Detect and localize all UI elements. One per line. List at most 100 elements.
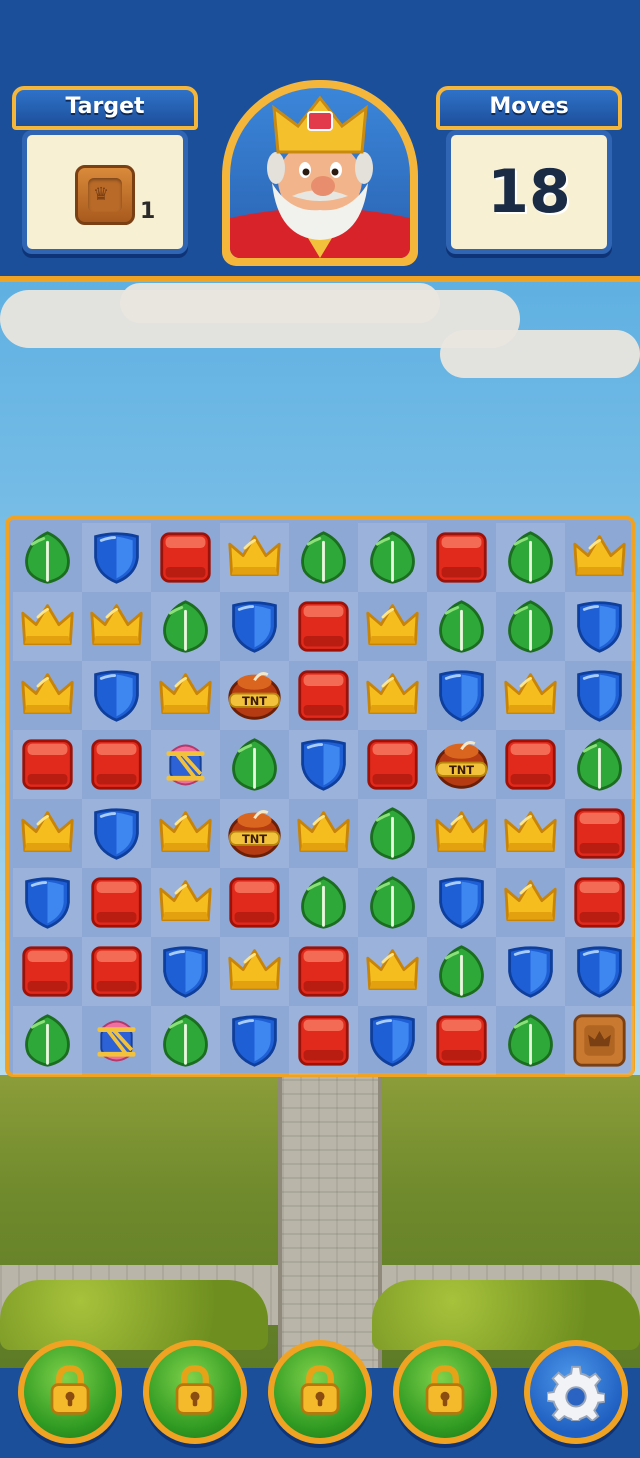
crown-piece-icon[interactable] bbox=[364, 667, 421, 724]
board-cell[interactable] bbox=[13, 730, 82, 799]
board-cell[interactable] bbox=[82, 868, 151, 937]
board-cell[interactable] bbox=[220, 523, 289, 592]
cube-piece-icon[interactable] bbox=[88, 874, 145, 931]
leaf-piece-icon[interactable] bbox=[295, 874, 352, 931]
shield-piece-icon[interactable] bbox=[433, 874, 490, 931]
board-cell[interactable] bbox=[82, 661, 151, 730]
board-cell[interactable] bbox=[13, 523, 82, 592]
board-cell[interactable] bbox=[565, 730, 634, 799]
crown-piece-icon[interactable] bbox=[157, 667, 214, 724]
leaf-piece-icon[interactable] bbox=[19, 1012, 76, 1069]
board-cell[interactable]: TNT bbox=[220, 661, 289, 730]
board-cell[interactable] bbox=[289, 661, 358, 730]
leaf-piece-icon[interactable] bbox=[502, 529, 559, 586]
board-cell[interactable] bbox=[358, 868, 427, 937]
shield-piece-icon[interactable] bbox=[295, 736, 352, 793]
board-cell[interactable] bbox=[358, 730, 427, 799]
board-cell[interactable] bbox=[82, 799, 151, 868]
board-cell[interactable] bbox=[565, 661, 634, 730]
board-cell[interactable] bbox=[13, 799, 82, 868]
cube-piece-icon[interactable] bbox=[571, 874, 628, 931]
board-cell[interactable] bbox=[496, 868, 565, 937]
cube-piece-icon[interactable] bbox=[295, 1012, 352, 1069]
shield-piece-icon[interactable] bbox=[433, 667, 490, 724]
cube-piece-icon[interactable] bbox=[502, 736, 559, 793]
crown-piece-icon[interactable] bbox=[502, 667, 559, 724]
crown-piece-icon[interactable] bbox=[364, 598, 421, 655]
board-cell[interactable] bbox=[220, 730, 289, 799]
leaf-piece-icon[interactable] bbox=[226, 736, 283, 793]
board-cell[interactable] bbox=[151, 799, 220, 868]
leaf-piece-icon[interactable] bbox=[157, 1012, 214, 1069]
crown-piece-icon[interactable] bbox=[502, 874, 559, 931]
tnt-piece-icon[interactable]: TNT bbox=[226, 805, 283, 862]
board-cell[interactable] bbox=[427, 937, 496, 1006]
board-cell[interactable] bbox=[82, 523, 151, 592]
board-cell[interactable] bbox=[427, 661, 496, 730]
leaf-piece-icon[interactable] bbox=[502, 598, 559, 655]
crown-piece-icon[interactable] bbox=[226, 529, 283, 586]
crown-piece-icon[interactable] bbox=[88, 598, 145, 655]
cube-piece-icon[interactable] bbox=[433, 529, 490, 586]
crown-piece-icon[interactable] bbox=[19, 805, 76, 862]
board-cell[interactable] bbox=[496, 661, 565, 730]
shield-piece-icon[interactable] bbox=[88, 805, 145, 862]
board-cell[interactable] bbox=[82, 730, 151, 799]
shield-piece-icon[interactable] bbox=[571, 598, 628, 655]
board-cell[interactable] bbox=[289, 937, 358, 1006]
board-cell[interactable] bbox=[565, 592, 634, 661]
board-cell[interactable] bbox=[565, 1006, 634, 1075]
leaf-piece-icon[interactable] bbox=[433, 598, 490, 655]
crown-piece-icon[interactable] bbox=[157, 874, 214, 931]
lantern-piece-icon[interactable] bbox=[157, 736, 214, 793]
cube-piece-icon[interactable] bbox=[226, 874, 283, 931]
board-cell[interactable] bbox=[151, 1006, 220, 1075]
cube-piece-icon[interactable] bbox=[571, 805, 628, 862]
board-cell[interactable] bbox=[13, 937, 82, 1006]
booster-1-button[interactable] bbox=[18, 1340, 122, 1444]
shield-piece-icon[interactable] bbox=[226, 1012, 283, 1069]
board-cell[interactable] bbox=[427, 799, 496, 868]
shield-piece-icon[interactable] bbox=[88, 667, 145, 724]
board-cell[interactable] bbox=[358, 937, 427, 1006]
board-cell[interactable] bbox=[151, 661, 220, 730]
shield-piece-icon[interactable] bbox=[157, 943, 214, 1000]
shield-piece-icon[interactable] bbox=[502, 943, 559, 1000]
board-cell[interactable] bbox=[496, 1006, 565, 1075]
board-cell[interactable] bbox=[358, 523, 427, 592]
leaf-piece-icon[interactable] bbox=[295, 529, 352, 586]
cube-piece-icon[interactable] bbox=[88, 736, 145, 793]
board-cell[interactable]: TNT bbox=[427, 730, 496, 799]
crown-piece-icon[interactable] bbox=[295, 805, 352, 862]
tnt-piece-icon[interactable]: TNT bbox=[226, 667, 283, 724]
board-cell[interactable] bbox=[565, 799, 634, 868]
board-cell[interactable] bbox=[358, 661, 427, 730]
board-cell[interactable] bbox=[289, 799, 358, 868]
cube-piece-icon[interactable] bbox=[157, 529, 214, 586]
cube-piece-icon[interactable] bbox=[364, 736, 421, 793]
board-cell[interactable] bbox=[496, 937, 565, 1006]
board-cell[interactable] bbox=[496, 523, 565, 592]
board-cell[interactable] bbox=[82, 937, 151, 1006]
cube-piece-icon[interactable] bbox=[88, 943, 145, 1000]
cube-piece-icon[interactable] bbox=[433, 1012, 490, 1069]
tnt-piece-icon[interactable]: TNT bbox=[433, 736, 490, 793]
cube-piece-icon[interactable] bbox=[295, 667, 352, 724]
board-cell[interactable] bbox=[358, 592, 427, 661]
cube-piece-icon[interactable] bbox=[295, 598, 352, 655]
leaf-piece-icon[interactable] bbox=[157, 598, 214, 655]
board-cell[interactable] bbox=[13, 661, 82, 730]
board-cell[interactable] bbox=[427, 1006, 496, 1075]
booster-4-button[interactable] bbox=[393, 1340, 497, 1444]
booster-3-button[interactable] bbox=[268, 1340, 372, 1444]
board-cell[interactable] bbox=[220, 592, 289, 661]
board-cell[interactable] bbox=[289, 1006, 358, 1075]
shield-piece-icon[interactable] bbox=[571, 943, 628, 1000]
board-cell[interactable] bbox=[151, 523, 220, 592]
crown-piece-icon[interactable] bbox=[226, 943, 283, 1000]
shield-piece-icon[interactable] bbox=[88, 529, 145, 586]
board-cell[interactable] bbox=[496, 730, 565, 799]
crown-piece-icon[interactable] bbox=[433, 805, 490, 862]
board-cell[interactable] bbox=[13, 1006, 82, 1075]
board-cell[interactable] bbox=[151, 592, 220, 661]
